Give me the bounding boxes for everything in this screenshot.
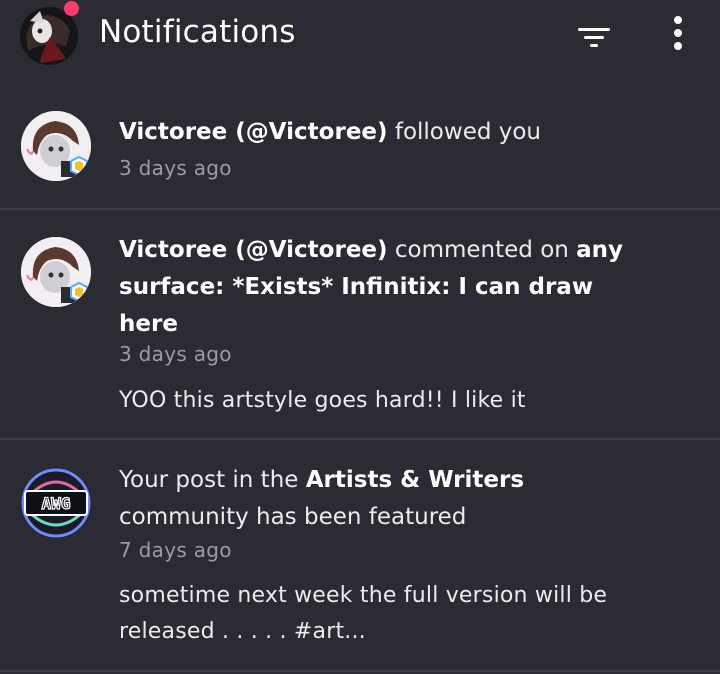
notifications-screen: Notifications Victoree (@Victoree) follo…	[0, 0, 720, 674]
community-avatar[interactable]: AWG	[21, 468, 91, 538]
more-options-button[interactable]	[668, 16, 688, 52]
app-header: Notifications	[0, 0, 720, 80]
notification-action: commented on	[387, 237, 577, 263]
notification-item[interactable]: Victoree (@Victoree) followed you 3 days…	[0, 80, 720, 208]
notification-suffix: community has been featured	[119, 504, 467, 530]
notification-item[interactable]: AWG Your post in the Artists & Writers c…	[0, 440, 720, 672]
notification-timestamp: 3 days ago	[119, 156, 232, 180]
notification-text: Your post in the Artists & Writers commu…	[119, 462, 599, 536]
user-name[interactable]: Victoree (@Victoree)	[119, 237, 388, 263]
more-vertical-icon-dot	[674, 42, 682, 50]
user-name[interactable]: Victoree (@Victoree)	[119, 119, 388, 145]
filter-button[interactable]	[576, 24, 612, 52]
notification-timestamp: 3 days ago	[119, 342, 232, 366]
more-vertical-icon-dot	[674, 29, 682, 37]
notification-timestamp: 7 days ago	[119, 538, 232, 562]
notification-prefix: Your post in the	[119, 467, 306, 493]
divider	[0, 670, 720, 672]
page-title: Notifications	[99, 14, 296, 50]
user-avatar[interactable]	[21, 237, 91, 307]
svg-text:AWG: AWG	[42, 494, 71, 513]
notification-badge-dot	[64, 1, 79, 16]
more-vertical-icon-dot	[674, 16, 682, 24]
filter-icon-line-3	[590, 44, 598, 47]
notification-item[interactable]: Victoree (@Victoree) commented on any su…	[0, 210, 720, 438]
post-preview: sometime next week the full version will…	[119, 583, 608, 644]
user-avatar[interactable]	[21, 111, 91, 181]
filter-icon-line-2	[584, 36, 604, 39]
notification-text: Victoree (@Victoree) commented on any su…	[119, 232, 639, 343]
notification-action: followed you	[387, 119, 542, 145]
community-name-link[interactable]: Artists & Writers	[306, 467, 524, 493]
notification-text: Victoree (@Victoree) followed you	[119, 114, 679, 151]
filter-icon-line-1	[578, 28, 610, 31]
comment-preview: YOO this artstyle goes hard!! I like it	[119, 388, 526, 413]
